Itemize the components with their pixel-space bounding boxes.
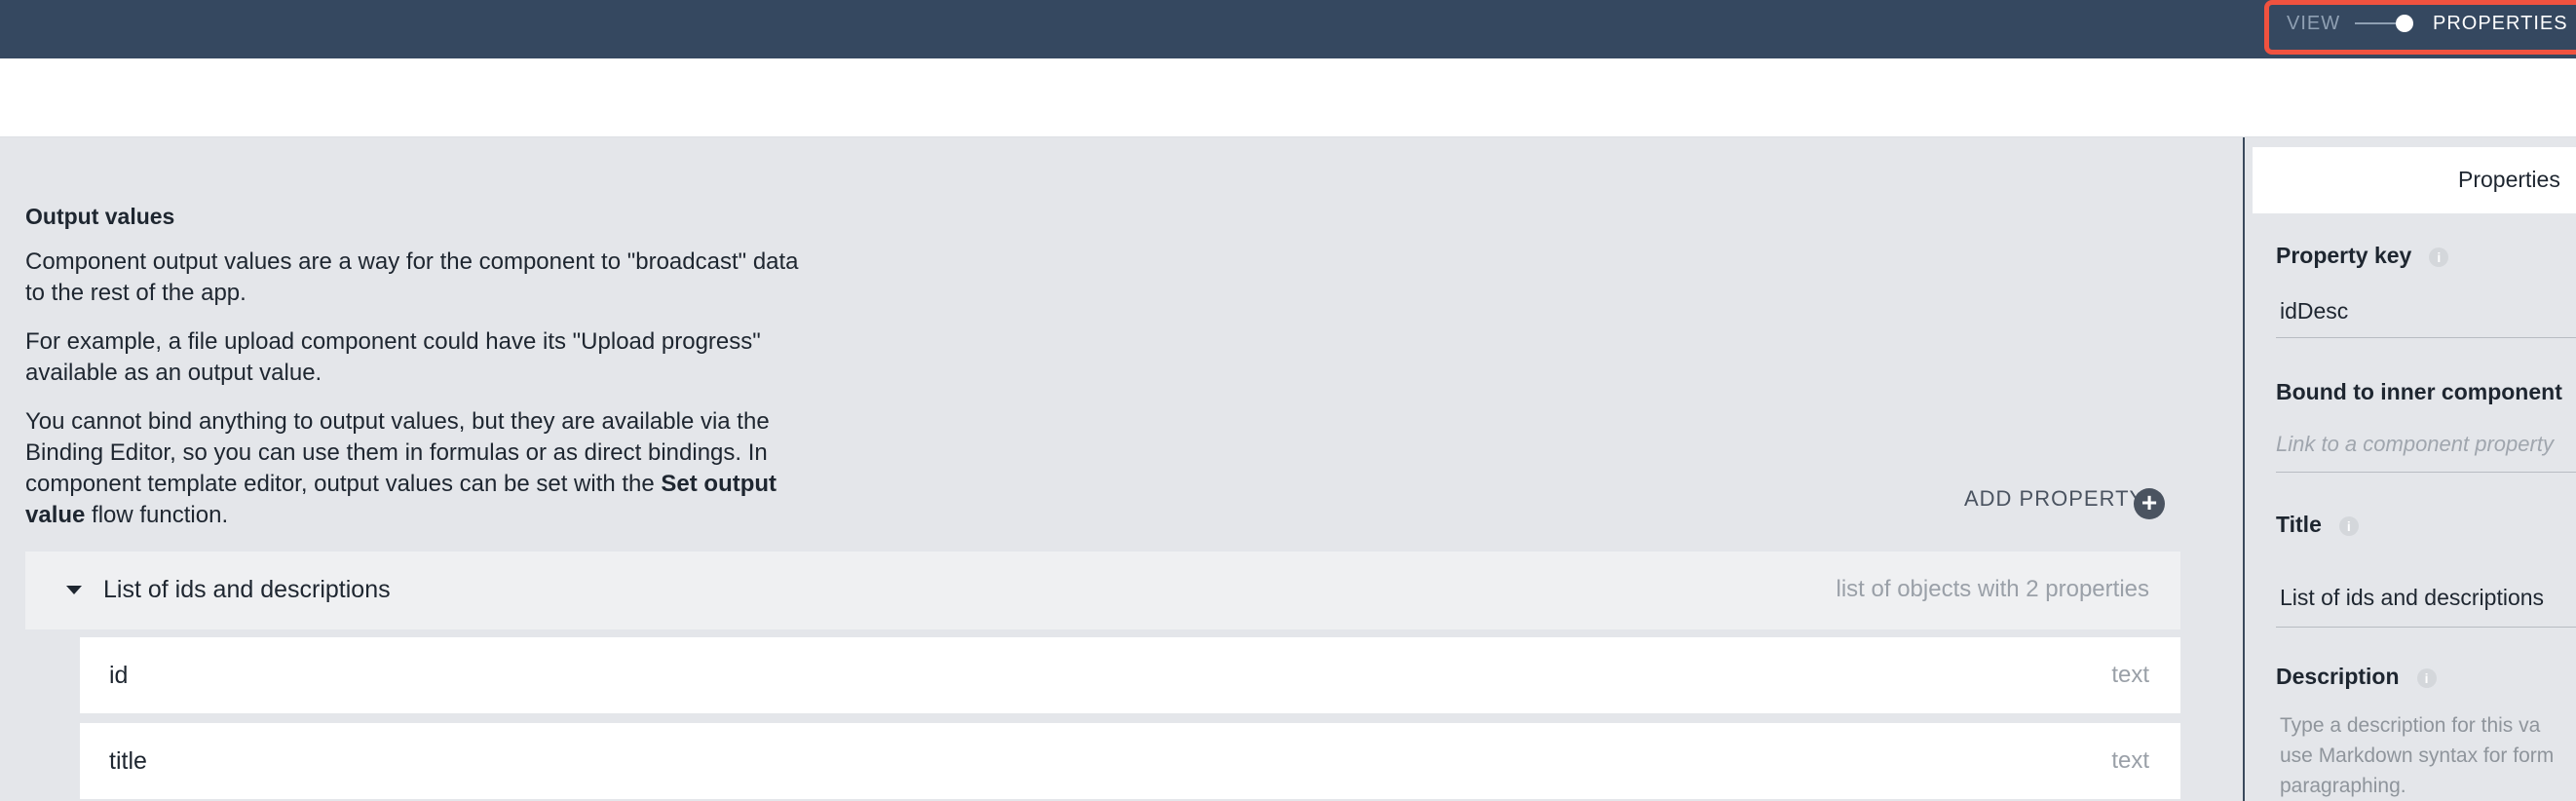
description-placeholder-line: use Markdown syntax for form [2280,744,2555,767]
description-paragraph-2: For example, a file upload component cou… [25,328,761,386]
sub-property-row-id[interactable]: id text [80,637,2180,713]
sub-property-label: title [109,747,147,775]
bound-to-inner-component-label: Bound to inner component [2276,379,2562,404]
description-textarea[interactable]: Type a description for this va use Markd… [2280,710,2576,801]
caret-down-icon[interactable] [66,586,82,594]
description-label: Description i [2276,664,2437,690]
section-heading: Output values [25,204,175,229]
property-key-input[interactable]: idDesc [2280,298,2348,324]
property-key-underline [2276,337,2576,338]
sub-property-type: text [2111,747,2149,774]
paragraph-3-text: You cannot bind anything to output value… [25,408,770,497]
list-property-title: List of ids and descriptions [103,576,391,603]
properties-panel-title: Properties [2458,167,2560,192]
paragraph-3-end: flow function. [85,502,229,528]
secondary-bar [0,58,2576,137]
info-icon[interactable]: i [2416,668,2437,688]
list-property-type: list of objects with 2 properties [1836,576,2149,602]
bound-component-input[interactable]: Link to a component property [2276,432,2554,457]
bound-component-underline [2276,472,2576,473]
plus-circle-icon[interactable]: + [2134,488,2165,519]
properties-panel-header: Properties [2253,147,2576,213]
view-mode-label[interactable]: VIEW [2287,13,2340,35]
description-label-text: Description [2276,664,2400,689]
add-property-button[interactable]: ADD PROPERTY [1964,486,2144,512]
description-placeholder-line: Type a description for this va [2280,714,2541,737]
top-bar: VIEW PROPERTIES [0,0,2576,58]
description-paragraph-1: Component output values are a way for th… [25,248,799,306]
sub-property-label: id [109,662,129,689]
property-key-label: Property key i [2276,243,2449,269]
title-underline [2276,627,2576,628]
info-icon[interactable]: i [2338,515,2359,536]
sub-property-type: text [2111,662,2149,688]
properties-mode-label[interactable]: PROPERTIES [2433,13,2568,35]
sub-property-row-title[interactable]: title text [80,723,2180,799]
title-label-text: Title [2276,512,2322,537]
view-properties-toggle[interactable]: VIEW PROPERTIES [2264,0,2576,55]
title-input[interactable]: List of ids and descriptions [2280,585,2544,611]
properties-panel: Properties Property key i idDesc Bound to… [2245,137,2576,801]
toggle-knob[interactable] [2396,15,2413,32]
property-key-label-text: Property key [2276,243,2412,268]
description-placeholder-line: paragraphing. [2280,775,2406,797]
description-paragraph-3: You cannot bind anything to output value… [25,406,824,531]
title-label: Title i [2276,512,2359,538]
info-icon[interactable]: i [2429,247,2449,267]
output-values-panel: Output values Component output values ar… [0,137,2243,801]
list-property-row[interactable]: List of ids and descriptions list of obj… [25,552,2180,629]
